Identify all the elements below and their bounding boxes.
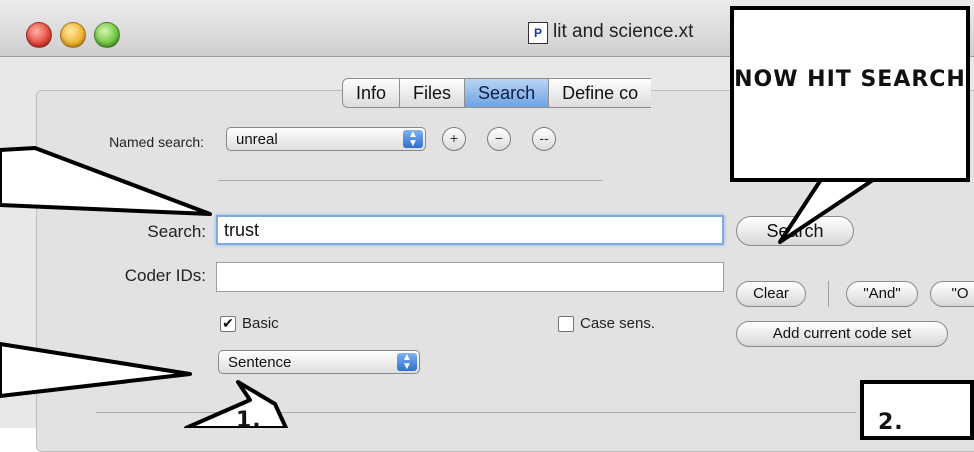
speech-tail-search (778, 176, 878, 244)
callout-step-2: 2. (860, 380, 974, 440)
speech-tail-upper-left (0, 146, 212, 216)
app-window: P lit and science.xt Info Files Search D… (0, 0, 974, 452)
callout-step-1: 1. (236, 408, 262, 433)
speech-tail-lower-left (0, 342, 192, 398)
callout-now-hit-search: NOW HIT SEARCH (730, 6, 970, 182)
